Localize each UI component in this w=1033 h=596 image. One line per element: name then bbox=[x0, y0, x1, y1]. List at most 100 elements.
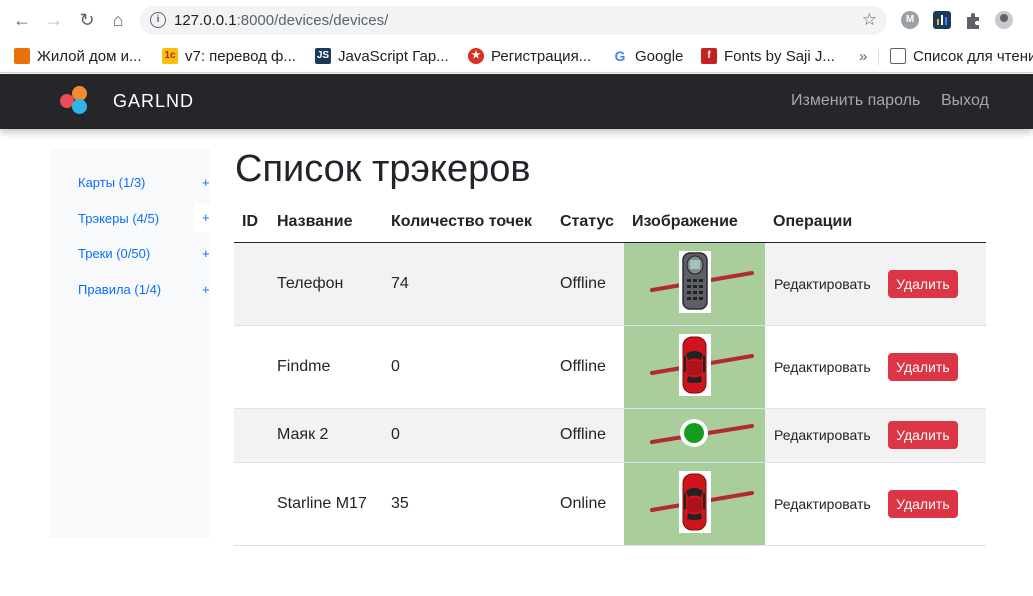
edit-button[interactable]: Редактировать bbox=[774, 359, 871, 375]
cell-name: Findme bbox=[269, 325, 383, 409]
column-header-operations: Операции bbox=[765, 203, 986, 243]
reading-list-button[interactable]: Список для чтени bbox=[890, 45, 1033, 67]
car-icon bbox=[650, 470, 754, 533]
logout-link[interactable]: Выход bbox=[941, 92, 989, 110]
cell-points: 74 bbox=[383, 242, 552, 326]
reload-icon[interactable]: ↻ bbox=[75, 8, 99, 32]
bookmark-item[interactable]: f Fonts by Saji J... bbox=[701, 45, 835, 67]
bookmark-star-icon[interactable]: ☆ bbox=[862, 10, 877, 30]
cell-operations: Редактировать Удалить bbox=[765, 462, 986, 546]
sidebar-item-trackers[interactable]: Трэкеры (4/5) bbox=[78, 211, 208, 226]
sidebar-item-maps[interactable]: Карты (1/3) bbox=[78, 175, 208, 190]
bookmark-label: Регистрация... bbox=[491, 47, 592, 65]
table-row: Телефон 74 Offline Редактировать Удалить bbox=[234, 242, 986, 326]
bookmark-label: Google bbox=[635, 47, 684, 65]
reading-list-icon bbox=[890, 48, 906, 64]
add-map-plus-icon[interactable]: + bbox=[202, 175, 210, 190]
sidebar: Карты (1/3) + Трэкеры (4/5) + Треки (0/5… bbox=[50, 149, 210, 538]
garlnd-logo-icon[interactable] bbox=[60, 86, 92, 118]
account-avatar-icon[interactable] bbox=[995, 11, 1013, 29]
cell-operations: Редактировать Удалить bbox=[765, 242, 986, 326]
extensions-puzzle-icon[interactable] bbox=[964, 11, 982, 29]
add-track-plus-icon[interactable]: + bbox=[202, 246, 210, 261]
cell-points: 0 bbox=[383, 408, 552, 463]
cell-operations: Редактировать Удалить bbox=[765, 408, 986, 463]
bookmark-item[interactable]: 1c v7: перевод ф... bbox=[162, 45, 296, 67]
phone-icon bbox=[650, 250, 754, 313]
sidebar-item-tracks[interactable]: Треки (0/50) bbox=[78, 246, 208, 261]
bookmark-label: Fonts by Saji J... bbox=[724, 47, 835, 65]
bookmarks-bar: Жилой дом и... 1c v7: перевод ф... JS Java… bbox=[0, 40, 1033, 73]
cell-image bbox=[624, 462, 765, 546]
cell-status: Offline bbox=[552, 408, 624, 463]
cell-id bbox=[234, 462, 269, 546]
cell-name: Starline M17 bbox=[269, 462, 383, 546]
table-header-row: ID Название Количество точек Статус Изоб… bbox=[234, 203, 986, 243]
delete-button[interactable]: Удалить bbox=[888, 269, 958, 298]
profile-m-icon[interactable]: M bbox=[901, 11, 919, 29]
edit-button[interactable]: Редактировать bbox=[774, 496, 871, 512]
bookmark-item[interactable]: ★ Регистрация... bbox=[468, 45, 591, 67]
star-badge-icon: ★ bbox=[468, 48, 484, 64]
column-header-points: Количество точек bbox=[383, 203, 552, 243]
url-path: :8000/devices/devices/ bbox=[236, 12, 389, 29]
cell-status: Offline bbox=[552, 242, 624, 326]
browser-toolbar: ← → ↻ ⌂ i 127.0.0.1:8000/devices/devices… bbox=[0, 0, 1033, 40]
cell-id bbox=[234, 242, 269, 326]
column-header-status: Статус bbox=[552, 203, 624, 243]
delete-button[interactable]: Удалить bbox=[888, 421, 958, 449]
cell-name: Телефон bbox=[269, 242, 383, 326]
bookmarks-divider bbox=[878, 49, 879, 65]
beacon-dot-icon bbox=[650, 418, 754, 447]
back-arrow-icon[interactable]: ← bbox=[10, 8, 34, 32]
home-icon[interactable]: ⌂ bbox=[106, 8, 130, 32]
column-header-image: Изображение bbox=[624, 203, 765, 243]
page-title: Список трэкеров bbox=[235, 148, 531, 190]
forward-arrow-icon[interactable]: → bbox=[42, 8, 66, 32]
cell-points: 35 bbox=[383, 462, 552, 546]
add-tracker-plus-icon[interactable]: + bbox=[194, 204, 210, 232]
cell-id bbox=[234, 325, 269, 409]
bookmark-item[interactable]: G Google bbox=[612, 45, 683, 67]
app-navbar: GARLND Изменить пароль Выход bbox=[0, 74, 1033, 129]
edit-button[interactable]: Редактировать bbox=[774, 427, 871, 443]
cell-status: Online bbox=[552, 462, 624, 546]
column-header-id: ID bbox=[234, 203, 269, 243]
delete-button[interactable]: Удалить bbox=[888, 489, 958, 518]
cell-operations: Редактировать Удалить bbox=[765, 325, 986, 409]
car-icon bbox=[650, 333, 754, 396]
bookmark-item[interactable]: Жилой дом и... bbox=[14, 45, 142, 67]
fonts-icon: f bbox=[701, 48, 717, 64]
url-text[interactable]: 127.0.0.1:8000/devices/devices/ bbox=[174, 12, 388, 29]
bookmark-label: Жилой дом и... bbox=[37, 47, 142, 65]
cell-id bbox=[234, 408, 269, 463]
cell-image bbox=[624, 242, 765, 326]
bookmark-label: v7: перевод ф... bbox=[185, 47, 296, 65]
column-header-name: Название bbox=[269, 203, 383, 243]
add-rule-plus-icon[interactable]: + bbox=[202, 282, 210, 297]
cell-image bbox=[624, 325, 765, 409]
cell-status: Offline bbox=[552, 325, 624, 409]
brand-name[interactable]: GARLND bbox=[113, 91, 194, 112]
url-host: 127.0.0.1 bbox=[174, 12, 237, 29]
cell-points: 0 bbox=[383, 325, 552, 409]
cell-image bbox=[624, 408, 765, 463]
more-bookmarks-button[interactable]: » bbox=[859, 45, 867, 67]
trackers-table: ID Название Количество точек Статус Изоб… bbox=[234, 203, 986, 546]
1c-icon: 1c bbox=[162, 48, 178, 64]
table-row: Findme 0 Offline Редактировать Удалить bbox=[234, 325, 986, 409]
address-bar[interactable]: i 127.0.0.1:8000/devices/devices/ ☆ bbox=[140, 6, 887, 35]
site-info-icon[interactable]: i bbox=[150, 12, 166, 28]
table-row: Starline M17 35 Online Редактировать Уда… bbox=[234, 462, 986, 546]
sidebar-item-rules[interactable]: Правила (1/4) bbox=[78, 282, 208, 297]
house-icon bbox=[14, 48, 30, 64]
extension-chart-icon[interactable] bbox=[933, 11, 951, 29]
google-icon: G bbox=[612, 48, 628, 64]
js-icon: JS bbox=[315, 48, 331, 64]
change-password-link[interactable]: Изменить пароль bbox=[791, 92, 920, 110]
edit-button[interactable]: Редактировать bbox=[774, 276, 871, 292]
delete-button[interactable]: Удалить bbox=[888, 352, 958, 381]
bookmark-label: Список для чтени bbox=[913, 47, 1033, 65]
table-row: Маяк 2 0 Offline Редактировать Удалить bbox=[234, 408, 986, 463]
bookmark-item[interactable]: JS JavaScript Гар... bbox=[315, 45, 449, 67]
